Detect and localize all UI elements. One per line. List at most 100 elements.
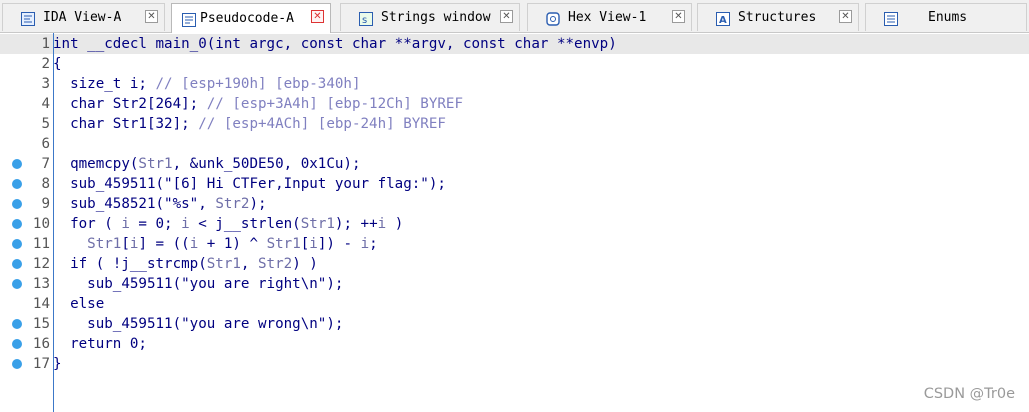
code-token: for ( xyxy=(53,216,122,232)
code-line[interactable]: 4 char Str2[264]; // [esp+3A4h] [ebp-12C… xyxy=(0,94,1029,114)
code-line[interactable]: 14 else xyxy=(0,294,1029,314)
code-token: , xyxy=(240,256,259,272)
code-variable: Str1 xyxy=(87,236,122,252)
code-line[interactable]: 11 Str1[i] = ((i + 1) ^ Str1[i]) - i; xyxy=(0,234,1029,254)
breakpoint-dot-icon[interactable] xyxy=(12,339,22,349)
code-token: ; xyxy=(369,236,378,252)
breakpoint-dot-icon[interactable] xyxy=(12,279,22,289)
structures-icon: A xyxy=(716,11,730,26)
code-token: , &unk_50DE50, 0x1Cu); xyxy=(172,156,361,172)
code-text: else xyxy=(53,294,104,314)
code-string: "you are right\n" xyxy=(181,276,327,292)
code-text: sub_459511("you are right\n"); xyxy=(53,274,343,294)
line-number: 10 xyxy=(32,216,50,232)
code-line[interactable]: 17} xyxy=(0,354,1029,374)
gutter-divider xyxy=(53,33,54,412)
code-text: } xyxy=(53,354,62,374)
code-line[interactable]: 12 if ( !j__strcmp(Str1, Str2) ) xyxy=(0,254,1029,274)
tab-enums[interactable]: Enums xyxy=(865,3,1027,31)
code-variable: Str1 xyxy=(138,156,173,172)
line-number: 16 xyxy=(32,336,50,352)
code-text: sub_458521("%s", Str2); xyxy=(53,194,267,214)
close-icon[interactable]: ✕ xyxy=(145,10,158,23)
code-variable: Str1 xyxy=(266,236,301,252)
tab-strings-window[interactable]: s Strings window ✕ xyxy=(340,3,520,31)
code-text: { xyxy=(53,54,62,74)
code-token: < j__strlen( xyxy=(189,216,301,232)
code-token: { xyxy=(53,56,62,72)
breakpoint-dot-icon[interactable] xyxy=(12,199,22,209)
breakpoint-dot-icon[interactable] xyxy=(12,219,22,229)
code-token: ] = (( xyxy=(138,236,190,252)
code-token: ); xyxy=(249,196,267,212)
breakpoint-dot-icon[interactable] xyxy=(12,239,22,249)
code-line[interactable]: 10 for ( i = 0; i < j__strlen(Str1); ++i… xyxy=(0,214,1029,234)
pseudocode-icon xyxy=(182,12,196,27)
pseudocode-view[interactable]: 1 int __cdecl main_0(int argc, const char… xyxy=(0,33,1029,412)
code-text: char Str2[264]; // [esp+3A4h] [ebp-12Ch]… xyxy=(53,94,463,114)
code-variable: i xyxy=(360,236,370,252)
code-line[interactable]: 15 sub_459511("you are wrong\n"); xyxy=(0,314,1029,334)
tab-pseudocode-a[interactable]: Pseudocode-A ✕ xyxy=(171,3,331,33)
tab-structures[interactable]: A Structures ✕ xyxy=(697,3,859,31)
line-number: 1 xyxy=(41,36,50,52)
code-comment: // [esp+4ACh] [ebp-24h] BYREF xyxy=(198,116,446,132)
close-icon[interactable]: ✕ xyxy=(839,10,852,23)
breakpoint-dot-icon[interactable] xyxy=(12,359,22,369)
code-line[interactable]: 5 char Str1[32]; // [esp+4ACh] [ebp-24h]… xyxy=(0,114,1029,134)
line-number: 17 xyxy=(32,356,50,372)
code-text: return 0; xyxy=(53,334,147,354)
code-line[interactable]: 13 sub_459511("you are right\n"); xyxy=(0,274,1029,294)
close-icon[interactable]: ✕ xyxy=(672,10,685,23)
code-token: qmemcpy( xyxy=(53,156,139,172)
tab-bar: IDA View-A ✕ Pseudocode-A ✕ s Strings wi… xyxy=(0,0,1029,33)
line-number: 13 xyxy=(32,276,50,292)
close-icon[interactable]: ✕ xyxy=(500,10,513,23)
code-line[interactable]: 2{ xyxy=(0,54,1029,74)
code-token: char Str1[32]; xyxy=(53,116,199,132)
code-token: ); ++ xyxy=(334,216,378,232)
code-line[interactable]: 6 xyxy=(0,134,1029,154)
code-text: if ( !j__strcmp(Str1, Str2) ) xyxy=(53,254,318,274)
code-token: ); xyxy=(326,276,344,292)
code-comment: // [esp+190h] [ebp-340h] xyxy=(155,76,361,92)
line-number: 15 xyxy=(32,316,50,332)
disassembly-icon xyxy=(21,11,35,26)
code-token: ) ) xyxy=(292,256,318,272)
code-line[interactable]: 9 sub_458521("%s", Str2); xyxy=(0,194,1029,214)
close-icon[interactable]: ✕ xyxy=(311,10,324,23)
code-token: [ xyxy=(300,236,310,252)
code-token: ) xyxy=(386,216,404,232)
breakpoint-dot-icon[interactable] xyxy=(12,259,22,269)
code-variable: i xyxy=(189,236,199,252)
code-line[interactable]: 8 sub_459511("[6] Hi CTFer,Input your fl… xyxy=(0,174,1029,194)
code-token: int __cdecl main_0(int argc, const char … xyxy=(53,36,617,52)
tab-hex-view-1[interactable]: Hex View-1 ✕ xyxy=(527,3,692,31)
code-token: , xyxy=(198,196,216,212)
code-line[interactable]: 7 qmemcpy(Str1, &unk_50DE50, 0x1Cu); xyxy=(0,154,1029,174)
code-line[interactable]: 16 return 0; xyxy=(0,334,1029,354)
breakpoint-dot-icon[interactable] xyxy=(12,159,22,169)
breakpoint-dot-icon[interactable] xyxy=(12,319,22,329)
code-token: char Str2[264]; xyxy=(53,96,207,112)
code-token: [ xyxy=(121,236,130,252)
tab-label: Enums xyxy=(928,10,968,25)
enums-icon xyxy=(884,11,898,26)
tab-ida-view-a[interactable]: IDA View-A ✕ xyxy=(2,3,165,31)
code-token: ]) - xyxy=(317,236,361,252)
line-number: 7 xyxy=(41,156,50,172)
code-token: ); xyxy=(326,316,344,332)
line-number: 2 xyxy=(41,56,50,72)
code-token: else xyxy=(53,296,105,312)
line-number: 5 xyxy=(41,116,50,132)
line-number: 3 xyxy=(41,76,50,92)
tab-label: Pseudocode-A xyxy=(200,11,294,26)
breakpoint-dot-icon[interactable] xyxy=(12,179,22,189)
code-variable: Str1 xyxy=(206,256,241,272)
line-number: 12 xyxy=(32,256,50,272)
code-text: int __cdecl main_0(int argc, const char … xyxy=(53,34,617,54)
code-token: size_t i; xyxy=(53,76,156,92)
code-line[interactable]: 1 int __cdecl main_0(int argc, const char… xyxy=(0,34,1029,54)
code-line[interactable]: 3 size_t i; // [esp+190h] [ebp-340h] xyxy=(0,74,1029,94)
code-text: size_t i; // [esp+190h] [ebp-340h] xyxy=(53,74,361,94)
